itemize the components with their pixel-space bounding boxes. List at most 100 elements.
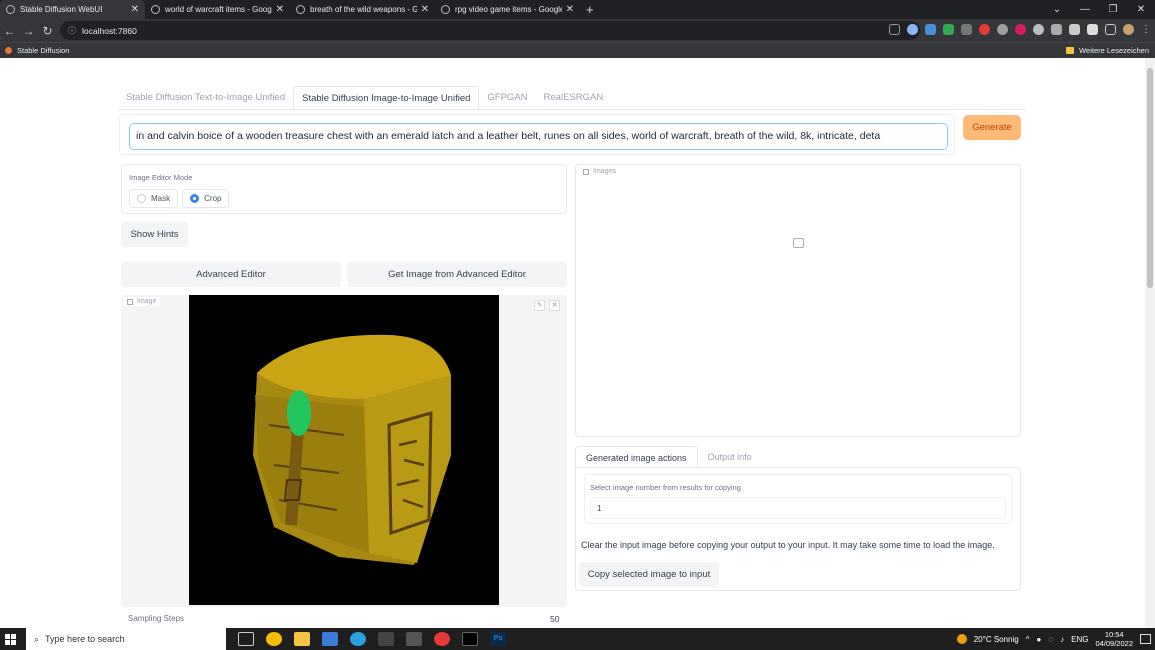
browser-tab-rpg-items[interactable]: rpg video game items - Google ✕ xyxy=(435,0,580,19)
extension-icon[interactable] xyxy=(1069,24,1080,35)
page-scrollbar[interactable] xyxy=(1145,58,1155,628)
tab-output-info[interactable]: Output info xyxy=(698,446,762,468)
get-image-button[interactable]: Get Image from Advanced Editor xyxy=(347,262,567,287)
close-tab-icon[interactable]: ✕ xyxy=(276,4,284,15)
menu-icon[interactable]: ⋮ xyxy=(1141,24,1151,35)
copy-to-input-button[interactable]: Copy selected image to input xyxy=(579,562,719,587)
minimize-icon[interactable]: — xyxy=(1071,0,1099,19)
prompt-input[interactable]: in and calvin boice of a wooden treasure… xyxy=(129,123,948,150)
app-icon[interactable] xyxy=(406,632,422,646)
extension-icon[interactable] xyxy=(961,24,972,35)
tab-gfpgan[interactable]: GFPGAN xyxy=(479,86,535,110)
browser-toolbar: ← → ↻ ⓘ localhost:7860 ⋮ xyxy=(0,19,1155,42)
reload-icon[interactable]: ↻ xyxy=(38,24,57,38)
tab-generated-image-actions[interactable]: Generated image actions xyxy=(575,446,698,468)
output-gallery: Images xyxy=(575,164,1021,437)
task-view-icon[interactable] xyxy=(238,632,254,646)
forward-icon[interactable]: → xyxy=(19,24,38,38)
app-icon[interactable] xyxy=(434,632,450,646)
editor-mode-radios: Mask Crop xyxy=(129,189,233,208)
image-actions-panel: Select image number from results for cop… xyxy=(575,467,1021,591)
radio-mask[interactable]: Mask xyxy=(129,189,179,208)
sidepanel-icon[interactable] xyxy=(1105,24,1116,35)
images-label: Images xyxy=(593,168,616,175)
close-window-icon[interactable]: ✕ xyxy=(1127,0,1155,19)
avatar[interactable] xyxy=(1123,24,1134,35)
weather-text[interactable]: 20°C Sonnig xyxy=(974,635,1019,644)
scrollbar-thumb[interactable] xyxy=(1147,68,1153,288)
pinterest-icon[interactable] xyxy=(1015,24,1026,35)
browser-tab-botw-weapons[interactable]: breath of the wild weapons - Go ✕ xyxy=(290,0,435,19)
input-image-area[interactable]: Image ✎ ✕ xyxy=(121,295,567,607)
show-hints-button[interactable]: Show Hints xyxy=(121,222,188,247)
treasure-chest-drawing xyxy=(253,334,451,565)
back-icon[interactable]: ← xyxy=(0,24,19,38)
sampling-steps-value[interactable]: 50 xyxy=(550,614,559,624)
taskbar-search-placeholder: Type here to search xyxy=(45,634,125,644)
tab-realesrgan[interactable]: RealESRGAN xyxy=(536,86,612,110)
images-label-chip: Images xyxy=(579,167,620,176)
tab-img2img[interactable]: Stable Diffusion Image-to-Image Unified xyxy=(293,86,480,110)
sampling-steps-label: Sampling Steps xyxy=(128,614,185,623)
input-image[interactable] xyxy=(189,295,499,605)
clear-note: Clear the input image before copying you… xyxy=(581,540,995,550)
generate-button[interactable]: Generate xyxy=(963,115,1021,140)
clock-date: 04/09/2022 xyxy=(1095,639,1133,648)
volume-icon[interactable]: ♪ xyxy=(1060,635,1064,644)
google-icon xyxy=(151,5,160,14)
bookmark-stable-diffusion[interactable]: Stable Diffusion xyxy=(17,46,69,55)
extension-icon[interactable] xyxy=(997,24,1008,35)
extension-icon[interactable] xyxy=(979,24,990,35)
close-tab-icon[interactable]: ✕ xyxy=(131,4,139,15)
edit-icon[interactable]: ✎ xyxy=(534,300,545,311)
language-indicator[interactable]: ENG xyxy=(1071,635,1088,644)
advanced-editor-button[interactable]: Advanced Editor xyxy=(121,262,341,287)
address-bar[interactable]: ⓘ localhost:7860 xyxy=(60,21,920,40)
system-tray: 20°C Sonnig ^ ● ◌ ♪ ENG 10:54 04/09/2022 xyxy=(956,628,1151,650)
terminal-icon[interactable] xyxy=(462,632,478,646)
close-tab-icon[interactable]: ✕ xyxy=(421,4,429,15)
clock[interactable]: 10:54 04/09/2022 xyxy=(1095,630,1133,648)
browser-tab-wow-items[interactable]: world of warcraft items - Google ✕ xyxy=(145,0,290,19)
browser-tabstrip: Stable Diffusion WebUI ✕ world of warcra… xyxy=(0,0,1155,19)
microphone-icon[interactable]: ● xyxy=(1037,635,1042,644)
image-placeholder-icon xyxy=(793,238,804,248)
other-bookmarks[interactable]: Weitere Lesezeichen xyxy=(1066,46,1149,55)
extension-icon[interactable] xyxy=(925,24,936,35)
search-icon: ⌕ xyxy=(34,633,40,644)
share-icon[interactable] xyxy=(889,24,900,35)
tab-search-icon[interactable]: ⌄ xyxy=(1043,0,1071,19)
puzzle-icon[interactable] xyxy=(1087,24,1098,35)
extension-icon[interactable] xyxy=(1051,24,1062,35)
extension-icon[interactable] xyxy=(943,24,954,35)
notifications-icon[interactable] xyxy=(1140,634,1151,644)
clear-image-icon[interactable]: ✕ xyxy=(549,300,560,311)
taskbar-search[interactable]: ⌕ Type here to search xyxy=(26,628,226,650)
photoshop-icon[interactable]: Ps xyxy=(490,632,506,646)
tab-txt2img[interactable]: Stable Diffusion Text-to-Image Unified xyxy=(118,86,293,110)
bookmarks-bar: Stable Diffusion Weitere Lesezeichen xyxy=(0,42,1155,58)
browser-tab-stable-diffusion[interactable]: Stable Diffusion WebUI ✕ xyxy=(0,0,145,19)
bookmark-star-icon[interactable] xyxy=(907,24,918,35)
file-explorer-icon[interactable] xyxy=(294,632,310,646)
site-info-icon[interactable]: ⓘ xyxy=(68,25,76,36)
extension-icon[interactable] xyxy=(1033,24,1044,35)
telegram-icon[interactable] xyxy=(350,632,366,646)
other-bookmarks-label: Weitere Lesezeichen xyxy=(1079,46,1149,55)
select-image-input[interactable]: 1 xyxy=(590,497,1006,519)
new-tab-button[interactable]: + xyxy=(586,2,594,17)
app-icon[interactable] xyxy=(378,632,394,646)
radio-crop[interactable]: Crop xyxy=(182,189,230,208)
gallery-icon xyxy=(583,168,589,175)
tray-chevron-icon[interactable]: ^ xyxy=(1026,635,1030,644)
page-content: Stable Diffusion Text-to-Image Unified S… xyxy=(0,58,1145,628)
network-icon[interactable]: ◌ xyxy=(1048,635,1053,644)
editor-mode-label: Image Editor Mode xyxy=(129,173,193,182)
windows-start-icon[interactable] xyxy=(5,633,16,645)
mail-icon[interactable] xyxy=(322,632,338,646)
chrome-icon[interactable] xyxy=(266,632,282,646)
editor-mode-panel: Image Editor Mode Mask Crop xyxy=(121,164,567,214)
restore-icon[interactable]: ❐ xyxy=(1099,0,1127,19)
close-tab-icon[interactable]: ✕ xyxy=(566,4,574,15)
taskbar-apps: Ps xyxy=(238,632,506,646)
